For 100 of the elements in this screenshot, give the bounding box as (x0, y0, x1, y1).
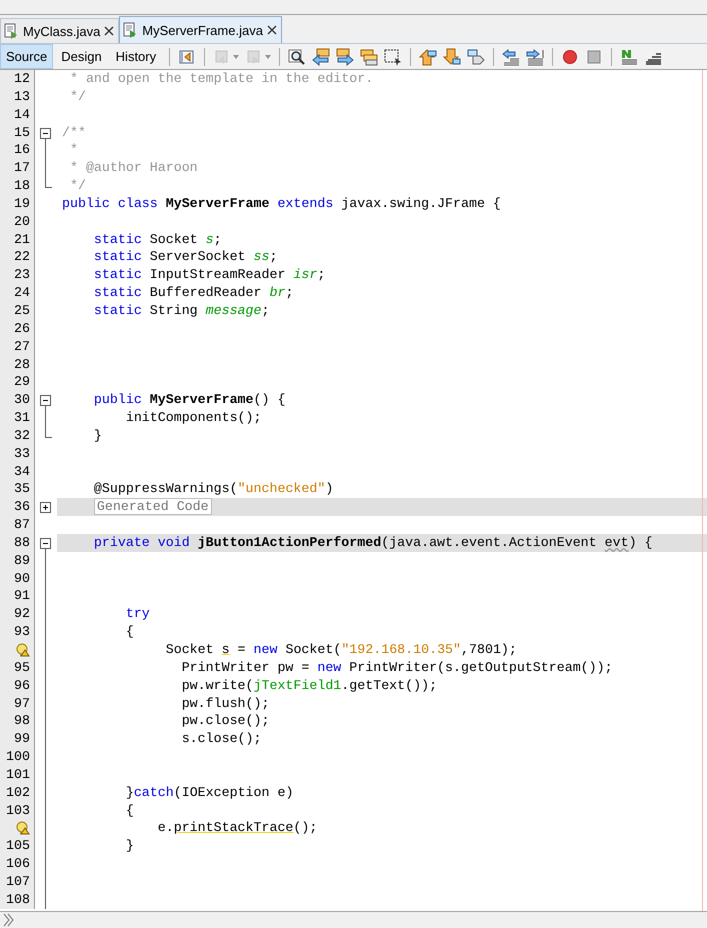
code-line: }catch(IOException e) (124, 784, 294, 800)
line-number: 22 (14, 248, 30, 266)
line-number: 29 (14, 373, 30, 392)
shift-right-icon[interactable] (526, 48, 544, 66)
code-line: /** (62, 124, 86, 140)
line-number: 98 (14, 712, 30, 730)
line-number: 15 (14, 124, 30, 142)
double-chevron-icon[interactable] (3, 913, 15, 927)
down-arrow-icon[interactable] (443, 48, 462, 66)
shift-left-icon[interactable] (502, 48, 520, 66)
code-line: */ (68, 88, 86, 104)
highlight-icon[interactable] (360, 48, 378, 66)
code-line: static String message; (92, 302, 270, 318)
code-line: { (124, 624, 134, 640)
java-file-icon (3, 23, 19, 39)
code-line: } (92, 428, 102, 443)
line-number: 32 (14, 426, 30, 445)
collapse-icon[interactable] (40, 538, 51, 549)
code-line: s.close(); (180, 731, 262, 746)
line-number: 17 (14, 159, 30, 178)
line-number: 24 (14, 284, 30, 302)
code-line: pw.write(jTextField1.getText()); (180, 678, 438, 693)
line-number: 96 (14, 676, 30, 695)
line-number: 18 (14, 177, 30, 195)
code-line: * @author Haroon (68, 160, 198, 176)
code-line: Socket s = new Socket("192.168.10.35",7801); (164, 642, 517, 657)
line-number: 30 (14, 391, 30, 410)
line-number: 102 (6, 784, 30, 802)
line-number: 103 (6, 802, 30, 820)
code-line: PrintWriter pw = new PrintWriter(s.getOutputStream()); (180, 660, 613, 675)
lightbulb-warning-icon[interactable] (16, 642, 30, 657)
collapse-icon[interactable] (40, 395, 51, 406)
line-number: 100 (6, 748, 30, 766)
code-line: { (124, 802, 134, 818)
line-number: 26 (14, 320, 30, 338)
lightbulb-warning-icon[interactable] (16, 821, 30, 836)
java-file-icon (122, 22, 138, 38)
code-line: public class MyServerFrame extends javax.swing.JFrame { (62, 196, 501, 211)
line-number: 34 (14, 462, 30, 480)
find-next-icon[interactable] (336, 48, 354, 66)
last-edit-icon[interactable] (178, 48, 196, 66)
code-line: * (68, 142, 78, 158)
line-number: 13 (14, 88, 30, 106)
code-line: } (124, 838, 134, 854)
find-previous-icon[interactable] (312, 48, 330, 66)
code-line: static ServerSocket ss; (92, 249, 278, 264)
code-line: @SuppressWarnings("unchecked") (92, 481, 334, 496)
code-line: pw.flush(); (180, 696, 270, 711)
line-number: 33 (14, 444, 30, 463)
code-line: e.printStackTrace(); (156, 820, 318, 836)
line-number: 20 (14, 212, 30, 231)
code-line: private void jButton1ActionPerformed(java.awt.event.ActionEvent evt) { (92, 534, 653, 550)
view-tab[interactable]: History (110, 44, 162, 69)
dropdown-caret-icon (233, 54, 240, 58)
code-line: static BufferedReader br; (92, 285, 294, 300)
line-number: 93 (14, 623, 30, 641)
code-line: static InputStreamReader isr; (92, 267, 326, 282)
line-number: 28 (14, 356, 30, 374)
dropdown-caret-icon (265, 54, 272, 58)
line-number: 16 (14, 141, 30, 160)
view-tab[interactable]: Design (55, 44, 108, 69)
line-number: 21 (14, 230, 30, 248)
line-number: 99 (14, 730, 30, 748)
code-line: initComponents(); (124, 410, 262, 426)
collapse-icon[interactable] (40, 128, 51, 139)
file-tab[interactable]: MyClass.java (0, 18, 120, 43)
bookmark-icon[interactable] (467, 48, 486, 66)
search-icon[interactable] (288, 48, 306, 66)
line-number: 97 (14, 694, 30, 712)
line-number: 31 (14, 409, 30, 427)
line-number: 95 (14, 658, 30, 677)
code-line: static Socket s; (92, 232, 222, 247)
view-tab[interactable]: Source (0, 44, 54, 69)
line-number: 90 (14, 570, 30, 588)
close-icon[interactable] (266, 25, 277, 35)
code-line: pw.close(); (180, 713, 270, 728)
close-icon[interactable] (104, 26, 114, 36)
line-number: 19 (14, 194, 30, 213)
code-line: public MyServerFrame() { (92, 392, 286, 408)
line-number: 107 (6, 872, 30, 891)
line-number: 92 (14, 605, 30, 624)
stop-icon[interactable] (585, 48, 604, 66)
record-icon[interactable] (561, 48, 580, 66)
code-line: */ (68, 178, 86, 194)
up-arrow-icon[interactable] (419, 48, 438, 66)
comment-icon[interactable] (620, 48, 638, 66)
line-number: 89 (14, 552, 30, 570)
line-number: 12 (14, 70, 30, 88)
expand-icon[interactable] (40, 502, 51, 514)
line-number: 14 (14, 106, 30, 124)
line-number: 36 (14, 498, 30, 516)
line-number: 88 (14, 534, 30, 552)
selection-icon[interactable] (384, 48, 402, 66)
line-number: 23 (14, 266, 30, 284)
line-number: 87 (14, 516, 30, 534)
code-line: try (124, 606, 150, 622)
line-number: 35 (14, 480, 30, 498)
file-tab[interactable]: MyServerFrame.java (119, 16, 282, 43)
line-number: 27 (14, 338, 30, 356)
line-number: 91 (14, 587, 30, 606)
